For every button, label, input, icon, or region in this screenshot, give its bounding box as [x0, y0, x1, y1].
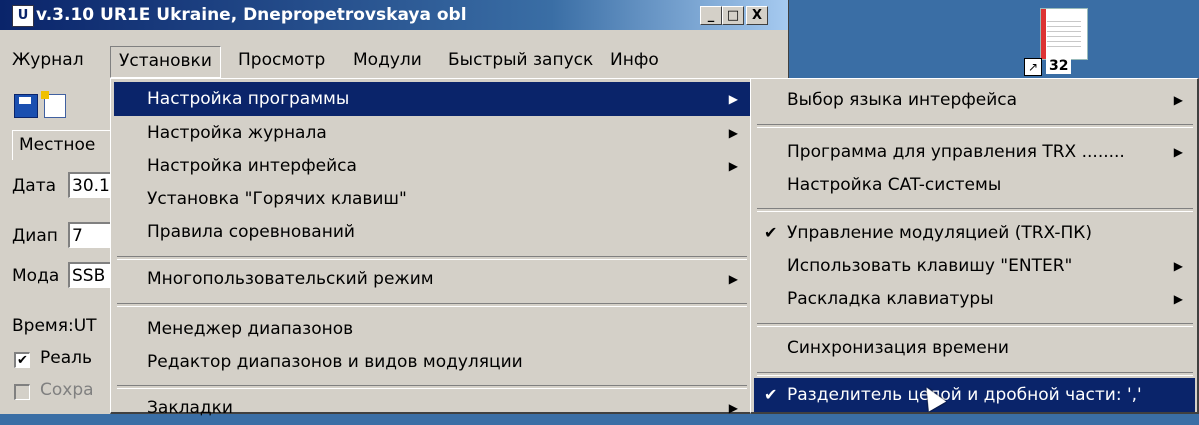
program-settings-submenu: Выбор языка интерфейса ▶ Программа для у…: [750, 78, 1199, 414]
mode-field[interactable]: SSB: [68, 262, 116, 288]
submenu-arrow-icon: ▶: [1173, 259, 1183, 273]
menu-item-trx-program[interactable]: Программа для управления TRX ........ ▶: [754, 135, 1195, 169]
title-bar[interactable]: U v.3.10 UR1E Ukraine, Dnepropetrovskaya…: [0, 0, 788, 30]
new-document-icon[interactable]: [41, 91, 66, 118]
menu-item-band-editor[interactable]: Редактор диапазонов и видов модуляции: [114, 345, 750, 379]
realtime-label: Реаль: [40, 348, 93, 368]
desktop-document-icon[interactable]: [1040, 8, 1088, 60]
menu-item-label: Многопользовательский режим: [147, 269, 434, 289]
save-label: Сохра: [40, 380, 94, 400]
menu-item-label: Установка "Горячих клавиш": [147, 189, 407, 209]
menu-item-label: Использовать клавишу "ENTER": [787, 256, 1073, 276]
menu-item-label: Синхронизация времени: [787, 338, 1009, 358]
submenu-arrow-icon: ▶: [728, 92, 738, 106]
menu-settings[interactable]: Установки: [110, 46, 221, 78]
date-label: Дата: [12, 176, 57, 196]
submenu-arrow-icon: ▶: [1173, 93, 1183, 107]
menu-separator: [117, 303, 747, 307]
menu-item-program-settings[interactable]: Настройка программы ▶: [114, 82, 750, 116]
minimize-button[interactable]: _: [700, 6, 722, 25]
check-icon: ✔: [764, 385, 778, 404]
menu-item-label: Правила соревнований: [147, 222, 355, 242]
close-button[interactable]: X: [746, 6, 768, 25]
menu-item-label: Редактор диапазонов и видов модуляции: [147, 352, 523, 372]
menu-item-multiuser[interactable]: Многопользовательский режим ▶: [114, 262, 750, 296]
menu-item-label: Настройка программы: [147, 89, 350, 109]
menu-info[interactable]: Инфо: [602, 46, 667, 76]
menu-separator: [117, 385, 747, 389]
save-checkbox[interactable]: [14, 384, 30, 400]
menu-item-interface-settings[interactable]: Настройка интерфейса ▶: [114, 149, 750, 183]
menu-item-label: Настройка интерфейса: [147, 156, 357, 176]
realtime-checkbox[interactable]: ✔: [14, 352, 30, 368]
menu-item-hotkeys[interactable]: Установка "Горячих клавиш": [114, 182, 750, 216]
check-icon: ✔: [764, 223, 778, 242]
window-title: v.3.10 UR1E Ukraine, Dnepropetrovskaya o…: [36, 5, 467, 25]
menu-item-keyboard-layout[interactable]: Раскладка клавиатуры ▶: [754, 282, 1195, 316]
menu-item-label: Менеджер диапазонов: [147, 319, 354, 339]
menu-item-label: Разделитель целой и дробной части: ',': [787, 385, 1142, 405]
submenu-arrow-icon: ▶: [1173, 145, 1183, 159]
shortcut-arrow-icon: ↗: [1024, 58, 1042, 76]
tab-local[interactable]: Местное: [12, 130, 116, 160]
submenu-arrow-icon: ▶: [1173, 292, 1183, 306]
menu-item-enter-key[interactable]: Использовать клавишу "ENTER" ▶: [754, 249, 1195, 283]
submenu-arrow-icon: ▶: [728, 159, 738, 173]
date-field[interactable]: 30.1: [68, 172, 116, 198]
submenu-arrow-icon: ▶: [728, 401, 738, 415]
menu-item-cat-settings[interactable]: Настройка CAT-системы: [754, 168, 1195, 202]
menu-item-decimal-separator[interactable]: ✔ Разделитель целой и дробной части: ',': [754, 378, 1195, 412]
menu-separator: [757, 208, 1193, 212]
maximize-button[interactable]: □: [722, 6, 744, 25]
menu-separator: [117, 256, 747, 260]
band-field[interactable]: 7: [68, 222, 116, 248]
menu-item-time-sync[interactable]: Синхронизация времени: [754, 331, 1195, 365]
submenu-arrow-icon: ▶: [728, 272, 738, 286]
menu-item-band-manager[interactable]: Менеджер диапазонов: [114, 312, 750, 346]
menu-item-modulation-control[interactable]: ✔ Управление модуляцией (TRX-ПК): [754, 216, 1195, 250]
menu-item-label: Выбор языка интерфейса: [787, 90, 1018, 110]
menu-item-interface-language[interactable]: Выбор языка интерфейса ▶: [754, 83, 1195, 117]
menu-item-label: Закладки: [147, 398, 233, 418]
app-icon[interactable]: U: [12, 5, 34, 27]
band-label: Диап: [12, 226, 58, 246]
desktop-icon-label: 32: [1046, 58, 1072, 74]
menu-separator: [757, 372, 1193, 376]
menu-view[interactable]: Просмотр: [230, 46, 333, 76]
menu-item-bookmarks[interactable]: Закладки ▶: [114, 391, 750, 425]
menu-modules[interactable]: Модули: [345, 46, 430, 76]
menu-item-contest-rules[interactable]: Правила соревнований: [114, 215, 750, 249]
save-icon[interactable]: [14, 94, 38, 118]
menu-item-label: Настройка журнала: [147, 123, 327, 143]
submenu-arrow-icon: ▶: [728, 126, 738, 140]
menu-item-label: Управление модуляцией (TRX-ПК): [787, 223, 1092, 243]
settings-dropdown: Настройка программы ▶ Настройка журнала …: [110, 78, 754, 418]
menu-item-label: Настройка CAT-системы: [787, 175, 1002, 195]
menu-item-label: Раскладка клавиатуры: [787, 289, 994, 309]
document-spine: [1041, 9, 1046, 59]
menu-quick-launch[interactable]: Быстрый запуск: [440, 46, 601, 76]
menu-separator: [757, 323, 1193, 327]
menu-item-journal-settings[interactable]: Настройка журнала ▶: [114, 116, 750, 150]
time-label: Время:UT: [12, 316, 97, 336]
menu-separator: [757, 124, 1193, 128]
mode-label: Мода: [12, 266, 60, 286]
menu-journal[interactable]: Журнал: [4, 46, 92, 76]
document-lines: [1047, 17, 1081, 47]
menu-item-label: Программа для управления TRX ........: [787, 142, 1125, 162]
